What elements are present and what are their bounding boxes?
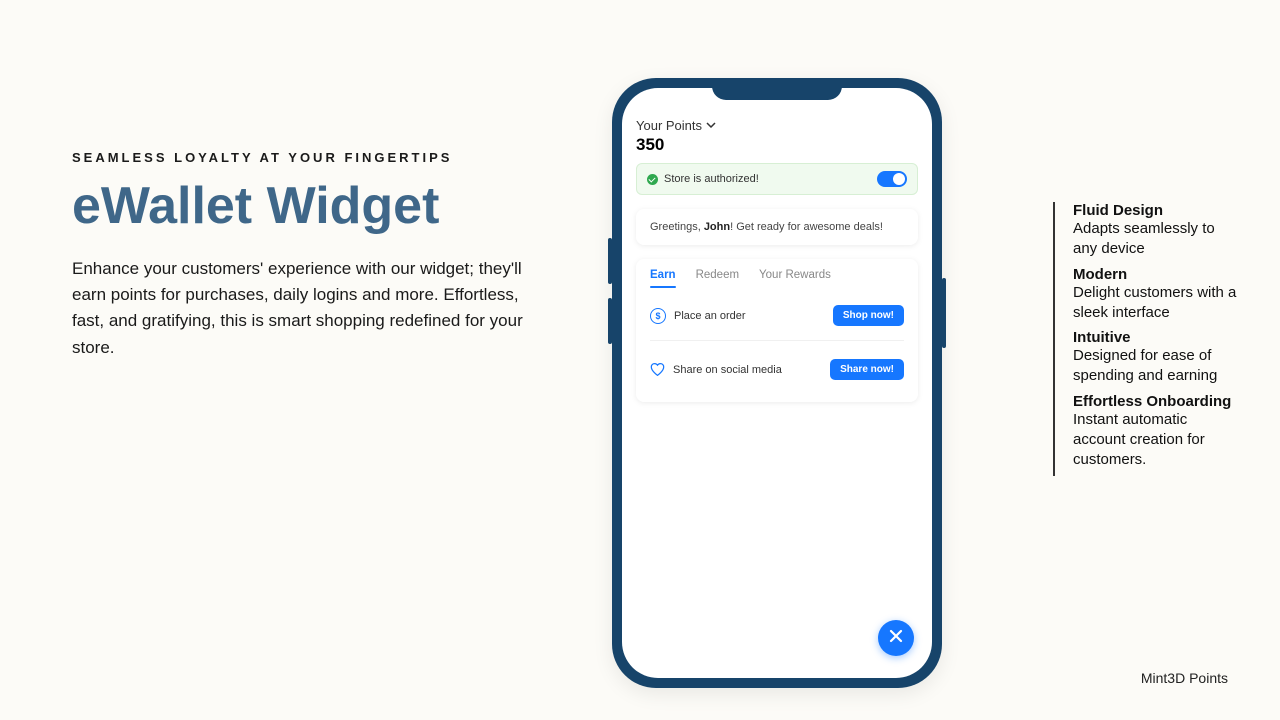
tab-rewards[interactable]: Your Rewards: [759, 269, 831, 287]
eyebrow-text: SEAMLESS LOYALTY AT YOUR FINGERTIPS: [72, 150, 532, 165]
chevron-down-icon: [706, 118, 716, 133]
points-label-text: Your Points: [636, 118, 702, 133]
greeting-prefix: Greetings,: [650, 221, 704, 233]
headline: eWallet Widget: [72, 179, 532, 234]
heart-icon: [650, 363, 665, 376]
phone-mock: Your Points 350 Store is authorized! Gre…: [612, 78, 942, 688]
dollar-icon: $: [650, 308, 666, 324]
feature-title: Modern: [1073, 266, 1238, 283]
earn-card: Earn Redeem Your Rewards $ Place an orde…: [636, 259, 918, 402]
close-icon: [888, 628, 904, 649]
greeting-name: John: [704, 221, 730, 233]
earn-row-label: Place an order: [674, 310, 746, 322]
greeting-card: Greetings, John! Get ready for awesome d…: [636, 209, 918, 245]
shop-now-button[interactable]: Shop now!: [833, 305, 904, 326]
earn-row-label: Share on social media: [673, 364, 782, 376]
feature-title: Intuitive: [1073, 329, 1238, 346]
earn-row-order: $ Place an order Shop now!: [650, 291, 904, 334]
feature-desc: Adapts seamlessly to any device: [1073, 219, 1238, 260]
feature-title: Effortless Onboarding: [1073, 393, 1238, 410]
body-copy: Enhance your customers' experience with …: [72, 256, 532, 361]
auth-status-text: Store is authorized!: [664, 173, 759, 185]
tab-earn[interactable]: Earn: [650, 269, 676, 287]
share-now-button[interactable]: Share now!: [830, 359, 904, 380]
phone-screen: Your Points 350 Store is authorized! Gre…: [622, 88, 932, 678]
points-dropdown[interactable]: Your Points: [636, 118, 918, 133]
brand-tag: Mint3D Points: [1141, 670, 1228, 686]
auth-status-bar: Store is authorized!: [636, 163, 918, 195]
earn-row-share: Share on social media Share now!: [650, 340, 904, 388]
greeting-suffix: ! Get ready for awesome deals!: [730, 221, 883, 233]
check-circle-icon: [647, 174, 658, 185]
feature-title: Fluid Design: [1073, 202, 1238, 219]
points-value: 350: [636, 135, 918, 155]
tab-redeem[interactable]: Redeem: [696, 269, 739, 287]
close-widget-button[interactable]: [878, 620, 914, 656]
auth-toggle[interactable]: [877, 171, 907, 187]
feature-desc: Instant automatic account creation for c…: [1073, 410, 1238, 471]
feature-list: Fluid Design Adapts seamlessly to any de…: [1053, 202, 1238, 476]
phone-notch: [712, 78, 842, 100]
feature-desc: Designed for ease of spending and earnin…: [1073, 346, 1238, 387]
widget-tabs: Earn Redeem Your Rewards: [650, 269, 904, 287]
feature-desc: Delight customers with a sleek interface: [1073, 283, 1238, 324]
